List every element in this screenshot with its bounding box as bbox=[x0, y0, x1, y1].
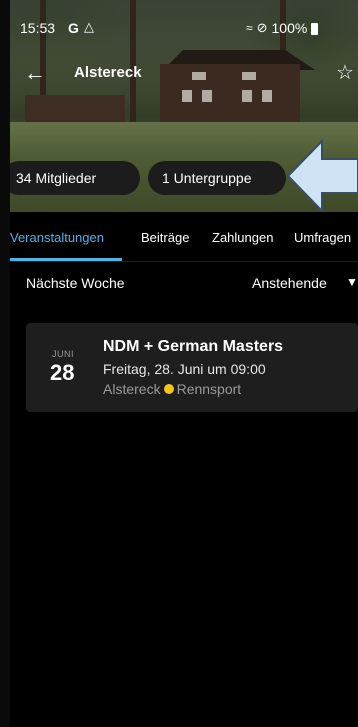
event-meta: Alstereck Rennsport bbox=[103, 381, 241, 397]
status-bar: 15:53 G △ ≈ ⊘ 100% bbox=[10, 19, 358, 40]
subgroups-chip[interactable]: 1 Untergruppe bbox=[148, 161, 286, 195]
event-datetime: Freitag, 28. Juni um 09:00 bbox=[103, 361, 266, 377]
alert-icon: △ bbox=[84, 19, 94, 34]
callout-arrow-icon bbox=[286, 139, 358, 213]
triangle-down-icon[interactable]: ▼ bbox=[346, 275, 358, 289]
star-outline-icon[interactable]: ☆ bbox=[336, 60, 354, 86]
top-toolbar: ← Alstereck ☆ bbox=[10, 60, 358, 90]
tab-beitraege[interactable]: Beiträge bbox=[141, 230, 189, 245]
status-time: 15:53 bbox=[20, 20, 56, 36]
category-dot-icon bbox=[163, 384, 174, 394]
tab-zahlungen[interactable]: Zahlungen bbox=[212, 230, 273, 245]
sort-dropdown[interactable]: Anstehende bbox=[252, 275, 327, 291]
event-card[interactable]: JUNI 28 NDM + German Masters Freitag, 28… bbox=[26, 323, 358, 412]
tab-bar: Veranstaltungen Beiträge Zahlungen Umfra… bbox=[10, 212, 358, 262]
event-category: Rennsport bbox=[176, 381, 242, 397]
active-tab-indicator bbox=[10, 258, 122, 261]
tab-umfragen[interactable]: Umfragen bbox=[294, 230, 351, 245]
page-title: Alstereck bbox=[74, 64, 142, 81]
event-title: NDM + German Masters bbox=[103, 338, 284, 355]
battery-percent: 100% bbox=[271, 20, 308, 36]
tab-veranstaltungen[interactable]: Veranstaltungen bbox=[10, 230, 104, 245]
period-filter[interactable]: Nächste Woche bbox=[26, 275, 125, 291]
event-month: JUNI bbox=[52, 349, 74, 359]
wifi-icon: ≈ bbox=[246, 21, 253, 35]
app-screen: 15:53 G △ ≈ ⊘ 100% ← Alstereck ☆ 34 Mitg… bbox=[10, 0, 358, 727]
event-day: 28 bbox=[50, 360, 75, 385]
left-edge-strip bbox=[0, 0, 10, 727]
filter-row: Nächste Woche Anstehende ▼ bbox=[10, 263, 358, 303]
members-chip[interactable]: 34 Mitglieder bbox=[10, 161, 140, 195]
status-right: ≈ ⊘ 100% bbox=[246, 20, 319, 36]
dnd-icon: ⊘ bbox=[256, 20, 268, 35]
google-icon: G bbox=[68, 20, 79, 36]
arrow-left-icon[interactable]: ← bbox=[24, 60, 46, 86]
battery-icon bbox=[311, 23, 319, 35]
event-group: Alstereck bbox=[103, 381, 161, 397]
